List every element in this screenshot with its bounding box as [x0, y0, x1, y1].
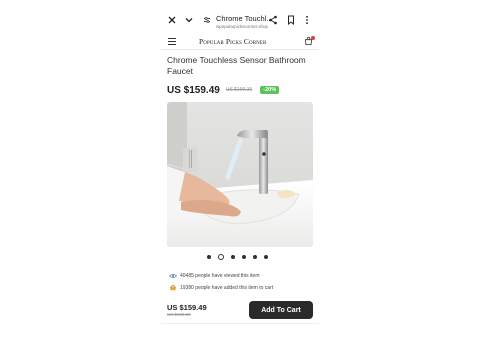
cart-notification-dot: [311, 36, 315, 40]
price-row: US $159.49 US $199.36 -20%: [167, 83, 280, 97]
product-price: US $159.49: [167, 84, 220, 96]
share-icon[interactable]: [267, 14, 279, 26]
cart-adds-text: 19380 people have added this item to car…: [180, 284, 274, 291]
carousel-dot[interactable]: [207, 255, 211, 259]
eye-icon: [169, 272, 177, 279]
page-info-icon[interactable]: [201, 14, 213, 26]
carousel-dots: [207, 254, 268, 260]
close-icon[interactable]: [166, 14, 178, 26]
views-text: 40485 people have viewed this item: [180, 272, 260, 279]
basket-icon: [169, 284, 177, 291]
product-image[interactable]: [167, 102, 313, 247]
carousel-dot-active[interactable]: [218, 254, 224, 260]
browser-toolbar: Chrome Touchl... wpopularpickscorner.sho…: [161, 8, 319, 34]
views-info: 40485 people have viewed this item: [169, 272, 260, 279]
bottom-original-price: US $199.36: [167, 312, 191, 317]
bookmark-icon[interactable]: [285, 14, 297, 26]
brand-logo[interactable]: Popular Picks Corner: [199, 37, 266, 46]
carousel-dot[interactable]: [264, 255, 268, 259]
tab-title[interactable]: Chrome Touchl...: [216, 14, 273, 23]
chevron-down-icon[interactable]: [183, 14, 195, 26]
menu-icon[interactable]: [168, 38, 176, 45]
bottom-price: US $159.49: [167, 303, 207, 312]
discount-badge: -20%: [260, 86, 280, 94]
carousel-dot[interactable]: [242, 255, 246, 259]
cart-adds-info: 19380 people have added this item to car…: [169, 284, 273, 291]
product-title: Chrome Touchless Sensor Bathroom Faucet: [167, 55, 306, 76]
carousel-dot[interactable]: [231, 255, 235, 259]
original-price: US $199.36: [225, 87, 253, 93]
url-text[interactable]: wpopularpickscorner.shop: [216, 24, 268, 29]
site-header: Popular Picks Corner: [161, 34, 319, 50]
carousel-dot[interactable]: [253, 255, 257, 259]
add-to-cart-button[interactable]: Add To Cart: [249, 301, 313, 319]
more-options-icon[interactable]: [301, 14, 313, 26]
mobile-screen: Chrome Touchl... wpopularpickscorner.sho…: [161, 0, 319, 340]
bottom-purchase-bar: US $159.49 US $199.36 Add To Cart: [161, 298, 319, 324]
